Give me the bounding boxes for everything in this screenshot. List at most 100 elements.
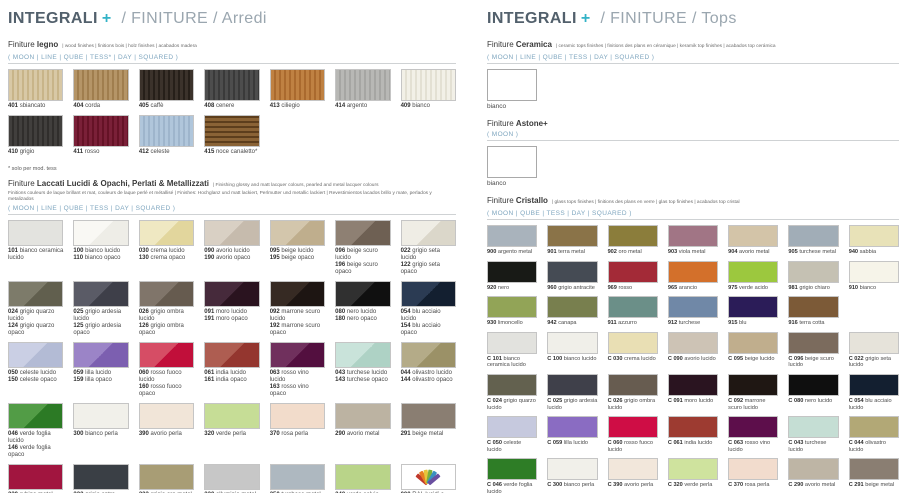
swatch-cell: C 044 olivastro lucido bbox=[849, 416, 899, 455]
swatch-cell: 060 rosso fuoco lucido160 rosso fuoco op… bbox=[139, 342, 194, 400]
swatch-name: moro lucido bbox=[216, 309, 247, 315]
swatch-code: C 091 bbox=[668, 398, 683, 404]
swatch-code: 024 bbox=[8, 309, 18, 315]
swatch-label: 060 rosso fuoco lucido160 rosso fuoco op… bbox=[139, 370, 194, 398]
section-translations: | wood finishes | finitions bois | holz … bbox=[62, 44, 197, 49]
celeste-swatch bbox=[139, 115, 194, 147]
swatch-label: C 044 olivastro lucido bbox=[849, 440, 899, 453]
bianco-perla-swatch bbox=[547, 458, 597, 480]
swatch-label: C 060 rosso fuoco lucido bbox=[608, 440, 658, 453]
brand-plus: + bbox=[581, 10, 591, 27]
swatch-cell: 290 avorio metal bbox=[335, 403, 390, 461]
swatch-label: 414 argento bbox=[335, 103, 390, 110]
swatch-code: 092 bbox=[270, 309, 280, 315]
olivastro-lucido-swatch bbox=[401, 342, 456, 368]
grigio-oro-metal-swatch bbox=[139, 464, 194, 490]
swatch-name: celeste bbox=[151, 149, 170, 155]
swatch-label: 903 viola metal bbox=[668, 249, 718, 256]
rosso-vino-lucido-swatch bbox=[270, 342, 325, 368]
swatch-code: 920 bbox=[487, 285, 496, 291]
bianco-swatch bbox=[487, 69, 537, 101]
swatch-label: C 080 nero lucido bbox=[788, 398, 838, 405]
swatch-name: verde perla bbox=[684, 482, 712, 488]
swatch-label: bianco bbox=[487, 180, 537, 187]
swatch-label: C 026 grigio ombra lucido bbox=[608, 398, 658, 411]
swatch-cell: 223 grigio oro metal bbox=[139, 464, 194, 493]
swatch-cell: 240 verde salvia metal bbox=[335, 464, 390, 493]
viola-metal-swatch bbox=[668, 225, 718, 247]
swatch-label: 101 bianco ceramica lucido bbox=[8, 248, 63, 262]
rosa-perla-swatch bbox=[270, 403, 325, 429]
swatch-code: 413 bbox=[270, 103, 280, 109]
swatch-cell: 413 ciliegio bbox=[270, 69, 325, 112]
swatch-name: grigio antracite bbox=[558, 285, 595, 291]
swatch-cell: 043 turchese lucido143 turchese opaco bbox=[335, 342, 390, 400]
swatch-cell: 902 oro metal bbox=[608, 225, 658, 258]
india-lucido-swatch bbox=[668, 416, 718, 438]
swatch-label: 911 azzurro bbox=[608, 320, 658, 327]
swatch-name: grigio bbox=[20, 149, 35, 155]
section-divider bbox=[8, 63, 456, 64]
swatch-name: bianco bbox=[412, 103, 430, 109]
swatch-code: 415 bbox=[204, 149, 214, 155]
swatch-cell: C 370 rosa perla bbox=[728, 458, 778, 493]
moro-lucido-swatch bbox=[204, 281, 259, 307]
swatch-label: C 024 grigio quarzo lucido bbox=[487, 398, 537, 411]
swatch-cell: C 054 blu acciaio lucido bbox=[849, 374, 899, 413]
swatch-name: lilla lucido bbox=[85, 370, 111, 376]
verde-salvia-metal-swatch bbox=[335, 464, 390, 490]
swatch-name: bianco lucido bbox=[85, 248, 120, 254]
avorio-metal-swatch bbox=[728, 225, 778, 247]
swatch-cell: 901 terra metal bbox=[547, 225, 597, 258]
swatch-label: C 291 beige metal bbox=[849, 482, 899, 489]
swatch-code-opaco: 190 bbox=[204, 255, 214, 261]
swatch-cell: 370 rosa perla bbox=[270, 403, 325, 461]
swatch-cell: C 024 grigio quarzo lucido bbox=[487, 374, 537, 413]
brand-plus: + bbox=[102, 10, 112, 27]
swatch-cell: C 046 verde foglia lucido bbox=[487, 458, 537, 493]
swatch-code: C 290 bbox=[788, 482, 803, 488]
swatch-cell: C 043 turchese lucido bbox=[788, 416, 838, 455]
rosa-perla-swatch bbox=[728, 458, 778, 480]
swatch-code-opaco: 163 bbox=[270, 384, 280, 390]
swatch-label: 030 crema lucido130 crema opaco bbox=[139, 248, 194, 262]
swatch-name-opaco: lilla opaco bbox=[85, 377, 112, 383]
swatch-label: 915 blu bbox=[728, 320, 778, 327]
swatch-label: C 063 rosso vino lucido bbox=[728, 440, 778, 453]
swatch-label: C 091 moro lucido bbox=[668, 398, 718, 405]
models-list: ( MOON | LINE | QUBE | TESS | DAY | SQUA… bbox=[8, 205, 456, 212]
swatch-cell: 044 olivastro lucido144 olivastro opaco bbox=[401, 342, 456, 400]
bianco-ceramica-lucido-swatch bbox=[487, 332, 537, 354]
swatch-cell: 405 caffè bbox=[139, 69, 194, 112]
swatch-code-opaco: 144 bbox=[401, 377, 411, 383]
swatch-name-opaco: olivastro opaco bbox=[412, 377, 452, 383]
lilla-lucido-swatch bbox=[73, 342, 128, 368]
swatch-cell: C 059 lilla lucido bbox=[547, 416, 597, 455]
swatch-name: rosso bbox=[618, 285, 632, 291]
swatch-cell: 916 terra cotta bbox=[788, 296, 838, 329]
swatch-name-opaco: bianco opaco bbox=[85, 255, 121, 261]
swatch-name: india lucido bbox=[216, 370, 246, 376]
swatch-code-opaco: 159 bbox=[73, 377, 83, 383]
swatch-row: 900 argento metal901 terra metal902 oro … bbox=[487, 225, 899, 258]
blu-acciaio-lucido-swatch bbox=[401, 281, 456, 307]
swatch-label: C 101 bianco ceramica lucido bbox=[487, 356, 537, 369]
avorio-perla-swatch bbox=[608, 458, 658, 480]
swatch-label: 024 grigio quarzo lucido124 grigio quarz… bbox=[8, 309, 63, 337]
swatch-label: C 320 verde perla bbox=[668, 482, 718, 489]
avorio-lucido-swatch bbox=[204, 220, 259, 246]
bianco-lucido-swatch bbox=[73, 220, 128, 246]
section-divider bbox=[8, 214, 456, 215]
swatch-row: 920 nero960 grigio antracite969 rosso965… bbox=[487, 261, 899, 294]
finish-section: Finiture Cristallo| glass tops finishes … bbox=[487, 196, 899, 493]
swatch-cell: 000 RAL lucidi e opachi bbox=[401, 464, 456, 493]
swatch-cell: 080 nero lucido180 nero opaco bbox=[335, 281, 390, 339]
swatch-cell: 415 noce canaletto* bbox=[204, 115, 259, 158]
rosso-swatch bbox=[73, 115, 128, 147]
section-title-prefix: Finiture bbox=[487, 40, 514, 49]
swatch-cell: 408 cenere bbox=[204, 69, 259, 112]
swatch-cell: 969 rosso bbox=[608, 261, 658, 294]
swatch-label: 080 nero lucido180 nero opaco bbox=[335, 309, 390, 323]
bianco-ceramica-lucido-swatch bbox=[8, 220, 63, 246]
swatch-name-opaco: crema opaco bbox=[151, 255, 186, 261]
